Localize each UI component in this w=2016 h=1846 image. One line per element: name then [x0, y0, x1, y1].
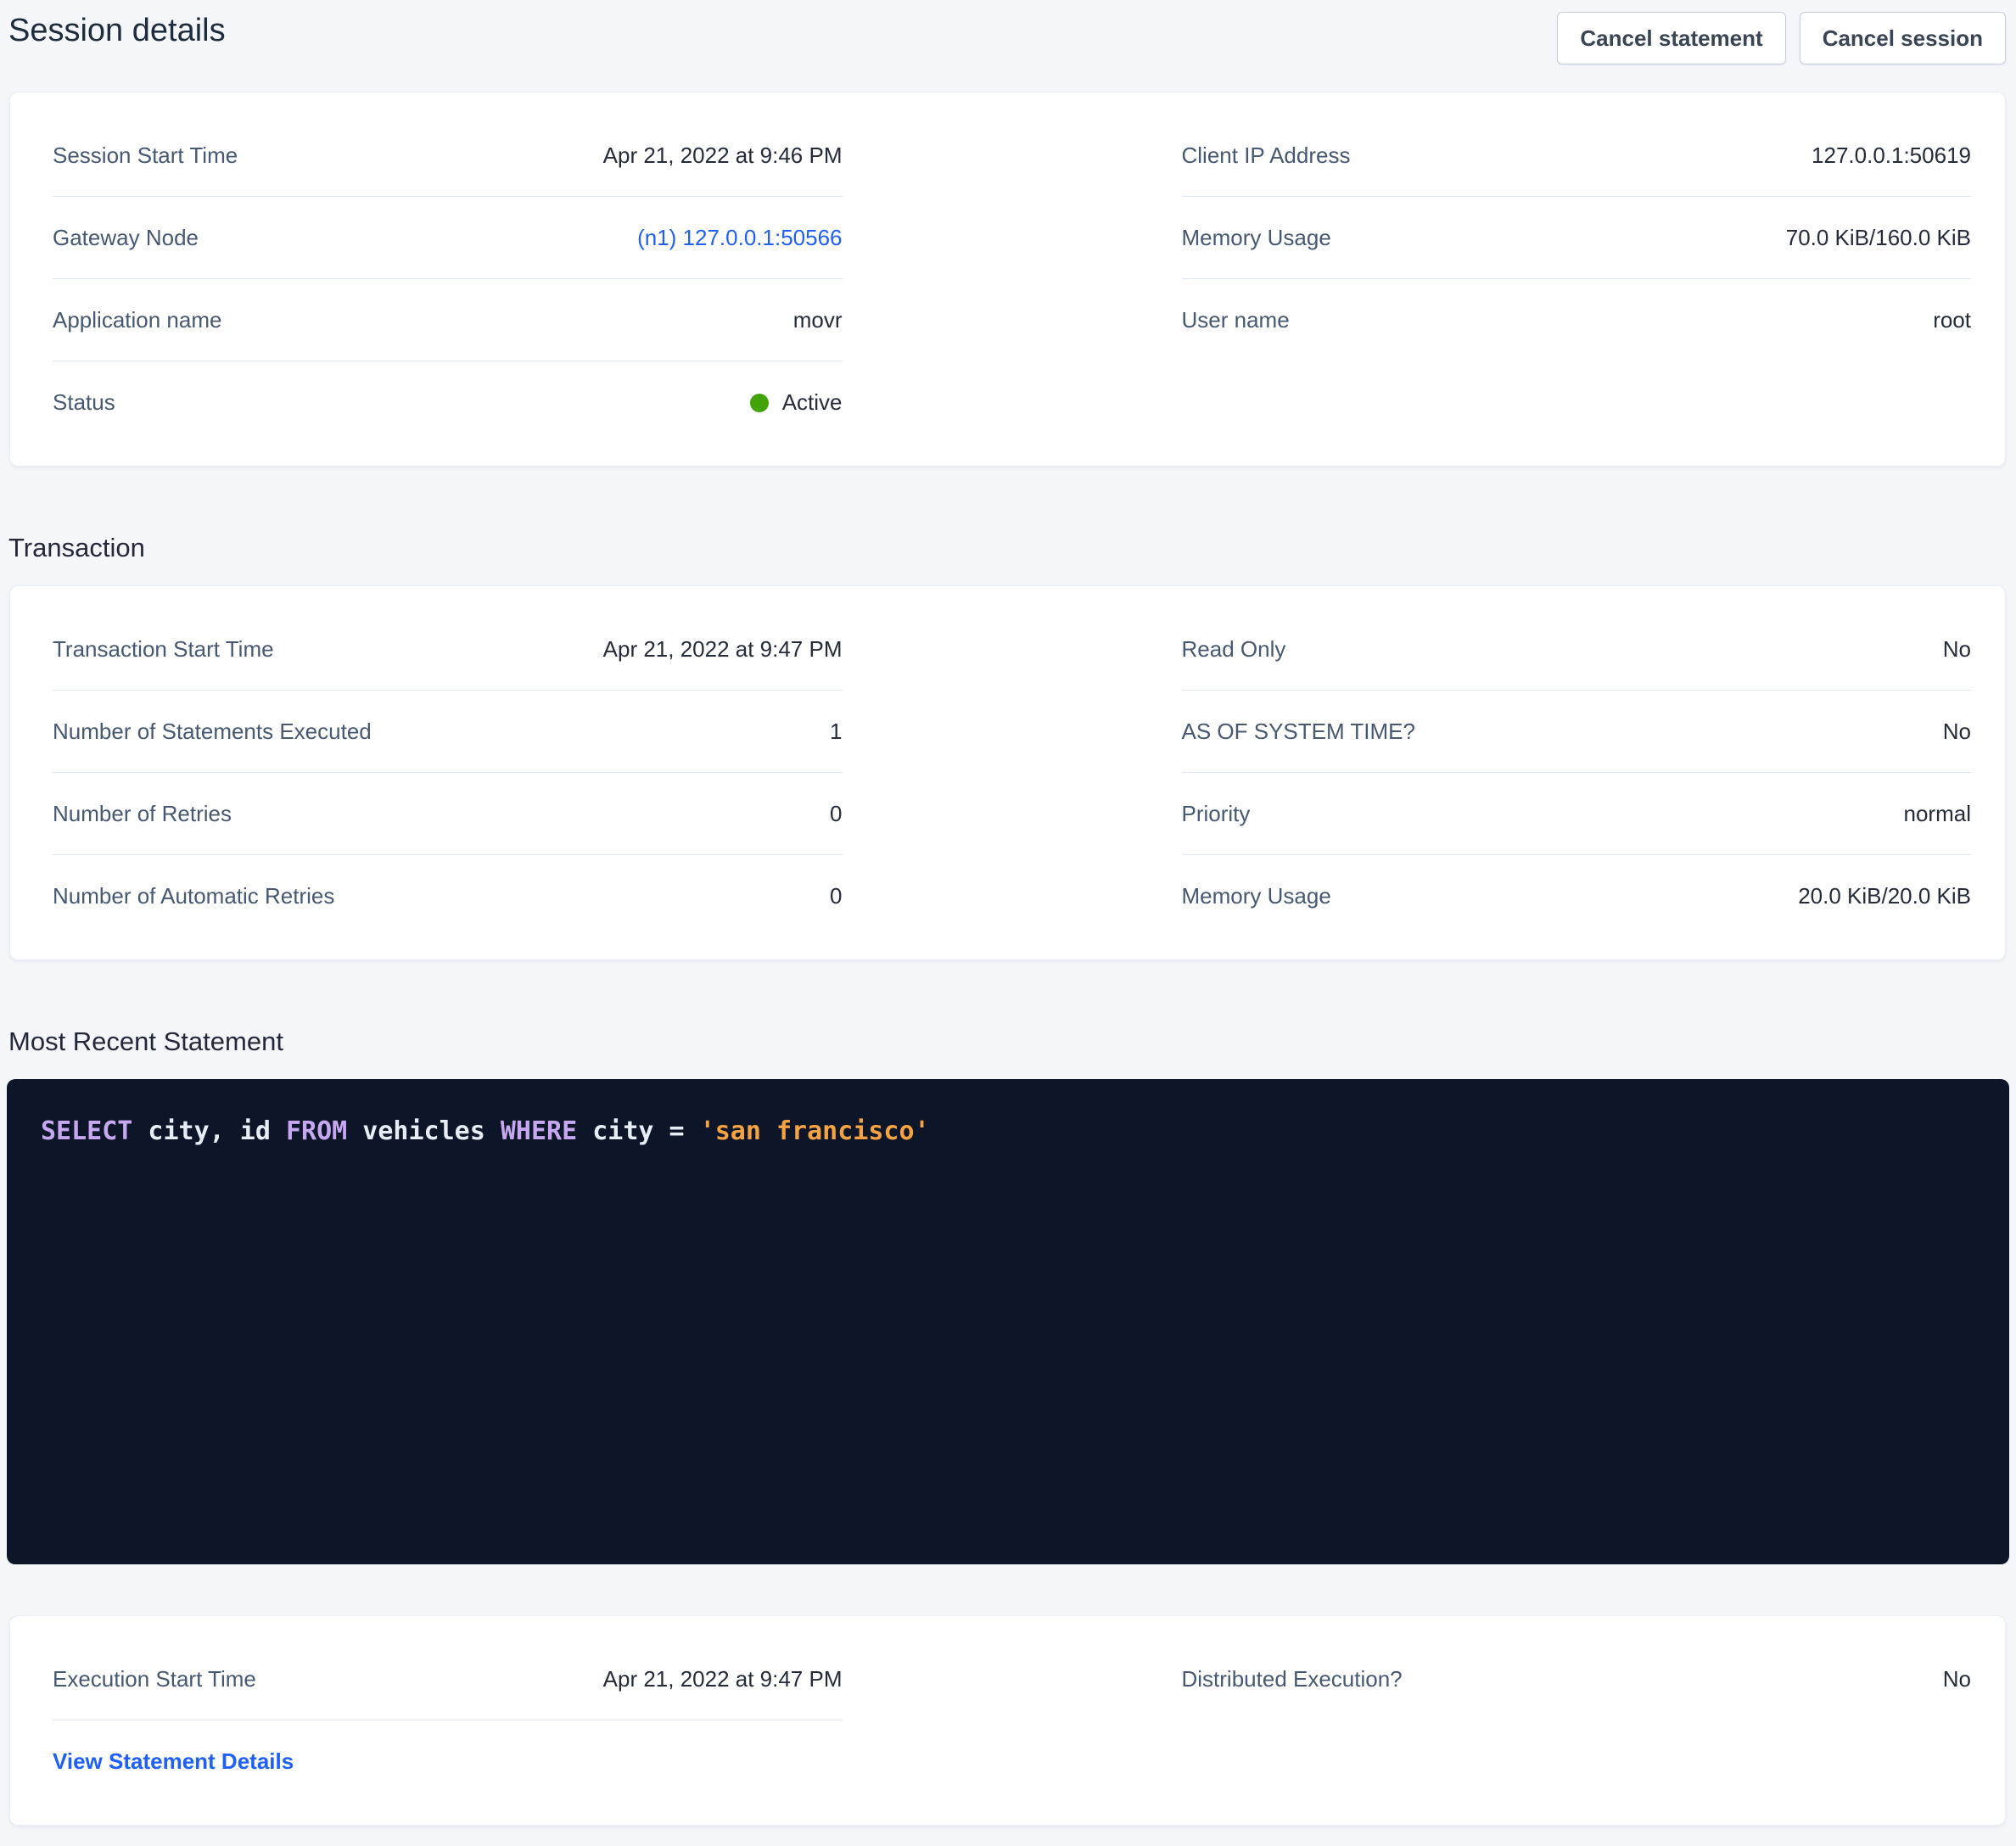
number-of-retries-label: Number of Retries: [53, 801, 232, 827]
distributed-execution-value: No: [1943, 1666, 1971, 1692]
number-of-retries-value: 0: [830, 801, 842, 827]
page-title: Session details: [8, 12, 226, 51]
session-memory-usage-value: 70.0 KiB/160.0 KiB: [1786, 225, 1971, 251]
header-buttons: Cancel statement Cancel session: [1557, 12, 2006, 64]
transaction-start-time-label: Transaction Start Time: [53, 636, 274, 663]
statements-executed-label: Number of Statements Executed: [53, 719, 372, 745]
number-of-retries-row: Number of Retries 0: [53, 773, 843, 855]
execution-card-left-column: Execution Start Time Apr 21, 2022 at 9:4…: [53, 1638, 843, 1803]
sql-string-literal: 'san francisco': [700, 1116, 930, 1146]
automatic-retries-row: Number of Automatic Retries 0: [53, 855, 843, 937]
status-active-dot-icon: [750, 394, 769, 412]
session-start-time-label: Session Start Time: [53, 143, 238, 169]
client-ip-label: Client IP Address: [1182, 143, 1351, 169]
user-name-row: User name root: [1182, 279, 1972, 361]
sql-condition: city =: [577, 1116, 700, 1146]
application-name-row: Application name movr: [53, 279, 843, 361]
transaction-memory-usage-value: 20.0 KiB/20.0 KiB: [1798, 883, 1971, 909]
transaction-card-left-column: Transaction Start Time Apr 21, 2022 at 9…: [53, 608, 843, 937]
transaction-start-time-row: Transaction Start Time Apr 21, 2022 at 9…: [53, 608, 843, 691]
most-recent-statement-heading: Most Recent Statement: [8, 1026, 2016, 1057]
session-memory-usage-label: Memory Usage: [1182, 225, 1331, 251]
status-row: Status Active: [53, 361, 843, 444]
sql-columns: city, id: [132, 1116, 286, 1146]
statements-executed-row: Number of Statements Executed 1: [53, 691, 843, 773]
status-active-text: Active: [782, 389, 843, 416]
sql-keyword-from: FROM: [286, 1116, 347, 1146]
statements-executed-value: 1: [830, 719, 842, 745]
transaction-memory-usage-row: Memory Usage 20.0 KiB/20.0 KiB: [1182, 855, 1972, 937]
cancel-statement-button[interactable]: Cancel statement: [1557, 12, 1785, 64]
status-value: Active: [750, 389, 843, 416]
session-start-time-value: Apr 21, 2022 at 9:46 PM: [603, 143, 843, 169]
page-header: Session details Cancel statement Cancel …: [0, 0, 2016, 92]
transaction-section-heading: Transaction: [8, 533, 2016, 563]
session-card-right-column: Client IP Address 127.0.0.1:50619 Memory…: [1182, 115, 1972, 444]
client-ip-value: 127.0.0.1:50619: [1812, 143, 1971, 169]
view-statement-details-row: View Statement Details: [53, 1720, 843, 1803]
as-of-system-time-row: AS OF SYSTEM TIME? No: [1182, 691, 1972, 773]
session-card-left-column: Session Start Time Apr 21, 2022 at 9:46 …: [53, 115, 843, 444]
transaction-start-time-value: Apr 21, 2022 at 9:47 PM: [603, 636, 843, 663]
view-statement-details-link[interactable]: View Statement Details: [53, 1748, 294, 1775]
sql-statement-text: SELECT city, id FROM vehicles WHERE city…: [41, 1116, 1975, 1146]
as-of-system-time-label: AS OF SYSTEM TIME?: [1182, 719, 1415, 745]
sql-keyword-where: WHERE: [501, 1116, 577, 1146]
gateway-node-row: Gateway Node (n1) 127.0.0.1:50566: [53, 197, 843, 279]
session-details-card: Session Start Time Apr 21, 2022 at 9:46 …: [9, 92, 2006, 467]
transaction-card: Transaction Start Time Apr 21, 2022 at 9…: [9, 585, 2006, 960]
priority-label: Priority: [1182, 801, 1251, 827]
priority-row: Priority normal: [1182, 773, 1972, 855]
read-only-row: Read Only No: [1182, 608, 1972, 691]
execution-card-right-column: Distributed Execution? No: [1182, 1638, 1972, 1803]
gateway-node-link[interactable]: (n1) 127.0.0.1:50566: [637, 225, 842, 251]
client-ip-row: Client IP Address 127.0.0.1:50619: [1182, 115, 1972, 197]
cancel-session-button[interactable]: Cancel session: [1800, 12, 2006, 64]
transaction-card-right-column: Read Only No AS OF SYSTEM TIME? No Prior…: [1182, 608, 1972, 937]
session-start-time-row: Session Start Time Apr 21, 2022 at 9:46 …: [53, 115, 843, 197]
gateway-node-label: Gateway Node: [53, 225, 199, 251]
execution-start-time-label: Execution Start Time: [53, 1666, 256, 1692]
user-name-label: User name: [1182, 307, 1290, 333]
read-only-label: Read Only: [1182, 636, 1286, 663]
application-name-label: Application name: [53, 307, 221, 333]
as-of-system-time-value: No: [1943, 719, 1971, 745]
execution-start-time-value: Apr 21, 2022 at 9:47 PM: [603, 1666, 843, 1692]
priority-value: normal: [1904, 801, 1971, 827]
distributed-execution-row: Distributed Execution? No: [1182, 1638, 1972, 1720]
status-label: Status: [53, 389, 115, 416]
sql-statement-box: SELECT city, id FROM vehicles WHERE city…: [7, 1079, 2009, 1564]
automatic-retries-value: 0: [830, 883, 842, 909]
execution-card: Execution Start Time Apr 21, 2022 at 9:4…: [9, 1615, 2006, 1826]
execution-start-time-row: Execution Start Time Apr 21, 2022 at 9:4…: [53, 1638, 843, 1720]
session-memory-usage-row: Memory Usage 70.0 KiB/160.0 KiB: [1182, 197, 1972, 279]
sql-table-name: vehicles: [347, 1116, 501, 1146]
automatic-retries-label: Number of Automatic Retries: [53, 883, 334, 909]
distributed-execution-label: Distributed Execution?: [1182, 1666, 1403, 1692]
application-name-value: movr: [793, 307, 843, 333]
read-only-value: No: [1943, 636, 1971, 663]
transaction-memory-usage-label: Memory Usage: [1182, 883, 1331, 909]
user-name-value: root: [1933, 307, 1971, 333]
sql-keyword-select: SELECT: [41, 1116, 132, 1146]
